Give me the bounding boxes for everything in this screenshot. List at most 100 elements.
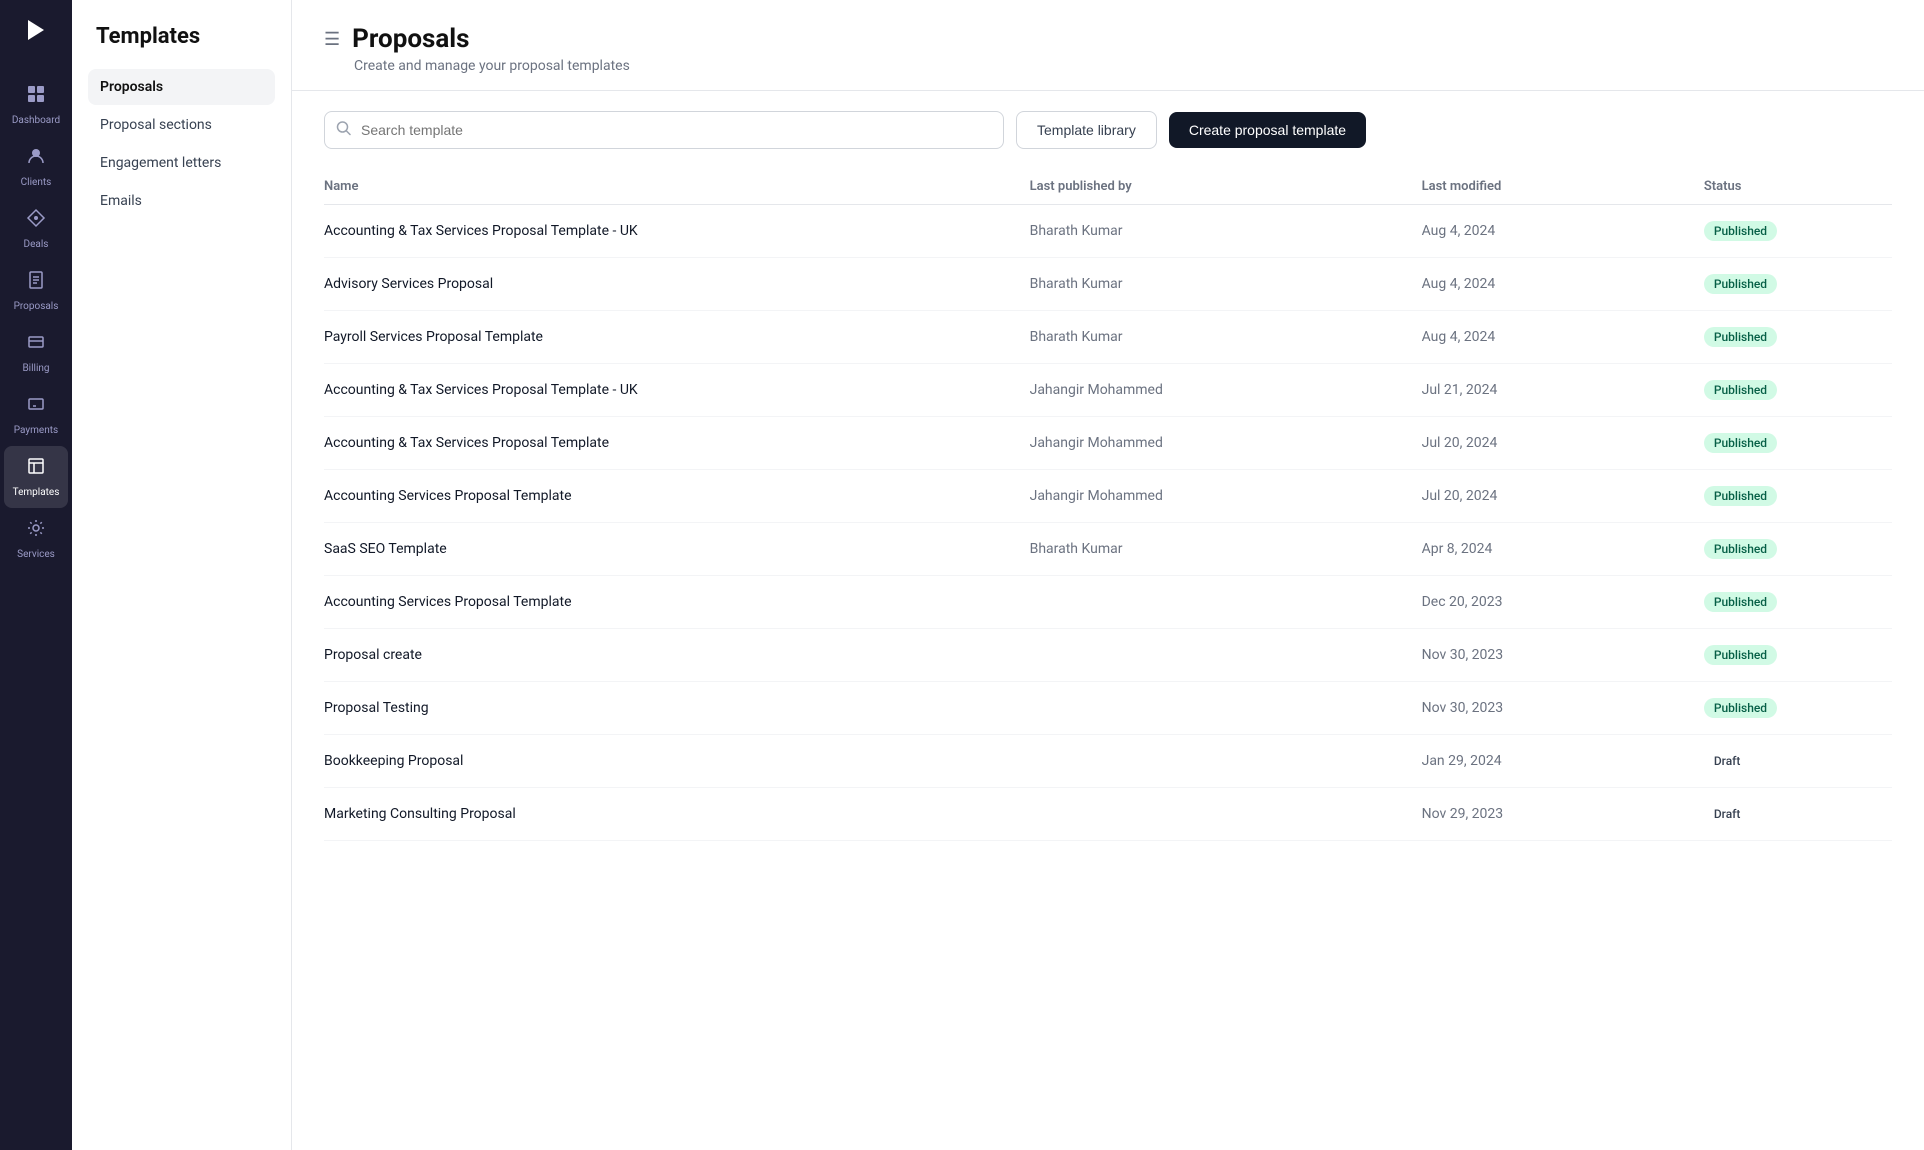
nav-icon-dashboard[interactable]: Dashboard (4, 74, 68, 136)
templates-icon (26, 456, 46, 481)
nav-label-dashboard: Dashboard (12, 115, 60, 126)
row-publisher (1030, 682, 1422, 735)
app-logo (22, 16, 50, 50)
nav-icon-templates[interactable]: Templates (4, 446, 68, 508)
row-name: Bookkeeping Proposal (324, 735, 1030, 788)
table-row[interactable]: Accounting Services Proposal Template De… (324, 576, 1892, 629)
table-row[interactable]: Accounting & Tax Services Proposal Templ… (324, 205, 1892, 258)
row-modified: Apr 8, 2024 (1422, 523, 1704, 576)
status-badge: Published (1704, 433, 1777, 453)
col-header-name: Name (324, 169, 1030, 205)
row-publisher: Bharath Kumar (1030, 205, 1422, 258)
table-row[interactable]: SaaS SEO Template Bharath Kumar Apr 8, 2… (324, 523, 1892, 576)
table-row[interactable]: Accounting & Tax Services Proposal Templ… (324, 417, 1892, 470)
nav-label-clients: Clients (21, 177, 52, 188)
sidebar-item-emails[interactable]: Emails (88, 183, 275, 219)
status-badge: Draft (1704, 751, 1751, 771)
row-modified: Dec 20, 2023 (1422, 576, 1704, 629)
row-status: Published (1704, 629, 1892, 682)
nav-label-billing: Billing (22, 363, 49, 374)
clients-icon (26, 146, 46, 171)
table-row[interactable]: Accounting Services Proposal Template Ja… (324, 470, 1892, 523)
sidebar-item-proposals[interactable]: Proposals (88, 69, 275, 105)
row-modified: Aug 4, 2024 (1422, 205, 1704, 258)
row-name: Accounting & Tax Services Proposal Templ… (324, 417, 1030, 470)
row-name: Advisory Services Proposal (324, 258, 1030, 311)
payments-icon (26, 394, 46, 419)
status-badge: Published (1704, 698, 1777, 718)
row-publisher: Bharath Kumar (1030, 523, 1422, 576)
row-publisher (1030, 735, 1422, 788)
row-status: Published (1704, 417, 1892, 470)
page-title: Proposals (352, 24, 469, 54)
hamburger-icon[interactable]: ☰ (324, 29, 340, 50)
row-name: Accounting Services Proposal Template (324, 576, 1030, 629)
sidebar-title: Templates (88, 24, 275, 49)
nav-icon-deals[interactable]: Deals (4, 198, 68, 260)
table-row[interactable]: Marketing Consulting Proposal Nov 29, 20… (324, 788, 1892, 841)
row-name: Proposal Testing (324, 682, 1030, 735)
row-modified: Jan 29, 2024 (1422, 735, 1704, 788)
nav-label-deals: Deals (24, 239, 49, 250)
row-modified: Jul 20, 2024 (1422, 417, 1704, 470)
row-name: Marketing Consulting Proposal (324, 788, 1030, 841)
row-modified: Jul 21, 2024 (1422, 364, 1704, 417)
template-library-button[interactable]: Template library (1016, 111, 1157, 149)
table-row[interactable]: Bookkeeping Proposal Jan 29, 2024 Draft (324, 735, 1892, 788)
status-badge: Published (1704, 539, 1777, 559)
search-input[interactable] (324, 111, 1004, 149)
table-row[interactable]: Proposal Testing Nov 30, 2023 Published (324, 682, 1892, 735)
main-content: ☰ Proposals Create and manage your propo… (292, 0, 1924, 1150)
row-publisher (1030, 788, 1422, 841)
nav-icon-payments[interactable]: Payments (4, 384, 68, 446)
billing-icon (26, 332, 46, 357)
row-status: Published (1704, 258, 1892, 311)
status-badge: Draft (1704, 804, 1751, 824)
create-proposal-button[interactable]: Create proposal template (1169, 112, 1366, 148)
status-badge: Published (1704, 327, 1777, 347)
row-status: Published (1704, 682, 1892, 735)
nav-icon-services[interactable]: Services (4, 508, 68, 570)
row-publisher: Bharath Kumar (1030, 258, 1422, 311)
nav-label-proposals: Proposals (14, 301, 59, 312)
row-status: Published (1704, 364, 1892, 417)
page-header: ☰ Proposals Create and manage your propo… (292, 0, 1924, 91)
icon-nav: Dashboard Clients Deals Proposals Billing Pay… (0, 0, 72, 1150)
nav-label-services: Services (17, 549, 55, 560)
page-subtitle: Create and manage your proposal template… (354, 58, 1892, 74)
row-publisher: Jahangir Mohammed (1030, 364, 1422, 417)
row-name: Proposal create (324, 629, 1030, 682)
row-status: Published (1704, 576, 1892, 629)
table-row[interactable]: Payroll Services Proposal Template Bhara… (324, 311, 1892, 364)
sidebar-item-engagement-letters[interactable]: Engagement letters (88, 145, 275, 181)
table-row[interactable]: Accounting & Tax Services Proposal Templ… (324, 364, 1892, 417)
row-status: Draft (1704, 788, 1892, 841)
toolbar: Template library Create proposal templat… (292, 91, 1924, 169)
col-header-status: Status (1704, 169, 1892, 205)
table-header-row: Name Last published by Last modified Sta… (324, 169, 1892, 205)
dashboard-icon (26, 84, 46, 109)
row-modified: Nov 30, 2023 (1422, 629, 1704, 682)
proposals-table: Name Last published by Last modified Sta… (324, 169, 1892, 841)
row-name: Accounting Services Proposal Template (324, 470, 1030, 523)
table-row[interactable]: Proposal create Nov 30, 2023 Published (324, 629, 1892, 682)
status-badge: Published (1704, 645, 1777, 665)
row-name: Accounting & Tax Services Proposal Templ… (324, 205, 1030, 258)
sidebar-item-proposal-sections[interactable]: Proposal sections (88, 107, 275, 143)
status-badge: Published (1704, 274, 1777, 294)
nav-icon-proposals[interactable]: Proposals (4, 260, 68, 322)
nav-label-payments: Payments (14, 425, 58, 436)
nav-icon-clients[interactable]: Clients (4, 136, 68, 198)
row-publisher: Jahangir Mohammed (1030, 470, 1422, 523)
row-modified: Nov 30, 2023 (1422, 682, 1704, 735)
table-row[interactable]: Advisory Services Proposal Bharath Kumar… (324, 258, 1892, 311)
row-modified: Nov 29, 2023 (1422, 788, 1704, 841)
col-header-publisher: Last published by (1030, 169, 1422, 205)
row-status: Published (1704, 205, 1892, 258)
col-header-modified: Last modified (1422, 169, 1704, 205)
status-badge: Published (1704, 486, 1777, 506)
sidebar: Templates ProposalsProposal sectionsEnga… (72, 0, 292, 1150)
nav-icon-billing[interactable]: Billing (4, 322, 68, 384)
row-name: SaaS SEO Template (324, 523, 1030, 576)
proposals-icon (26, 270, 46, 295)
